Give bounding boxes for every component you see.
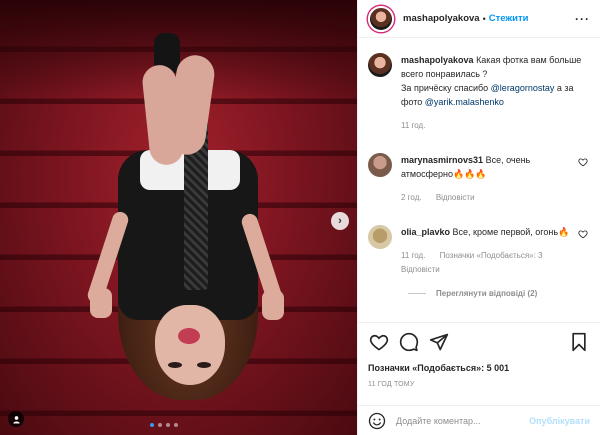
action-icons: [368, 331, 590, 353]
post-timestamp[interactable]: 11 ГОД ТОМУ: [368, 381, 590, 388]
photo-subject: [0, 0, 357, 435]
header-separator: •: [482, 13, 486, 24]
comment-time[interactable]: 11 год.: [401, 251, 425, 260]
caption-avatar[interactable]: [368, 53, 392, 77]
comment-item: olia_plavko Все, кроме первой, огонь🔥 11…: [368, 225, 590, 277]
commenter-username[interactable]: marynasmirnovs31: [401, 155, 483, 165]
comment-item: marynasmirnovs31 Все, очень атмосферно🔥🔥…: [368, 153, 590, 205]
comment-icon: [399, 332, 419, 352]
author-username[interactable]: mashapolyakova: [403, 13, 480, 24]
like-button[interactable]: [368, 331, 390, 353]
comment-input[interactable]: [396, 415, 530, 426]
user-tags-button[interactable]: [8, 411, 24, 427]
carousel-dot: [158, 423, 162, 427]
caption-mention-1[interactable]: @leragornostay: [491, 83, 555, 93]
comment-like-icon[interactable]: [578, 229, 588, 239]
caption-time[interactable]: 11 год.: [401, 121, 425, 130]
next-slide-button[interactable]: ›: [331, 212, 349, 230]
carousel-dot: [174, 423, 178, 427]
more-options-button[interactable]: ···: [575, 12, 590, 26]
instagram-post: › mashapolyakova • Стежити ··· mashapoly…: [0, 0, 600, 435]
bookmark-icon: [572, 332, 586, 352]
author-avatar[interactable]: [368, 5, 394, 32]
post-header: mashapolyakova • Стежити ···: [358, 0, 600, 38]
reply-button[interactable]: Відповісти: [436, 193, 475, 202]
caption-text: mashapolyakova Какая фотка вам больше вс…: [401, 53, 586, 133]
comment-time[interactable]: 2 год.: [401, 193, 422, 202]
post-photo[interactable]: ›: [0, 0, 357, 435]
post-actions: Позначки «Подобається»: 5 001 11 ГОД ТОМ…: [358, 322, 600, 388]
caption-mention-2[interactable]: @yarik.malashenko: [425, 97, 504, 107]
comment-button[interactable]: [398, 331, 420, 353]
caption-text-2: За причёску спасибо: [401, 83, 489, 93]
publish-comment-button[interactable]: Опублікувати: [529, 416, 590, 426]
commenter-avatar[interactable]: [368, 225, 392, 249]
commenter-username[interactable]: olia_plavko: [401, 227, 450, 237]
view-replies-label: Переглянути відповіді (2): [436, 289, 538, 298]
post-caption: mashapolyakova Какая фотка вам больше вс…: [368, 53, 590, 133]
view-replies-button[interactable]: Переглянути відповіді (2): [408, 289, 590, 298]
heart-icon: [369, 334, 389, 351]
post-side-panel: mashapolyakova • Стежити ··· mashapolyak…: [357, 0, 600, 435]
add-comment-bar: Опублікувати: [358, 405, 600, 435]
carousel-indicator: [150, 423, 178, 427]
save-button[interactable]: [568, 331, 590, 353]
emoji-icon[interactable]: [368, 412, 386, 430]
likes-count[interactable]: Позначки «Подобається»: 5 001: [368, 363, 590, 373]
reply-button[interactable]: Відповісти: [401, 265, 440, 274]
share-button[interactable]: [428, 331, 450, 353]
share-icon: [429, 333, 449, 351]
commenter-avatar[interactable]: [368, 153, 392, 177]
user-tag-icon: [12, 415, 20, 424]
chevron-right-icon: ›: [338, 215, 342, 227]
comment-likes[interactable]: Позначки «Подобається»: 3: [440, 251, 543, 260]
comments-section[interactable]: mashapolyakova Какая фотка вам больше вс…: [358, 39, 600, 322]
carousel-dot: [150, 423, 154, 427]
comment-text: Все, кроме первой, огонь🔥: [452, 227, 570, 237]
comment-like-icon[interactable]: [578, 157, 588, 167]
carousel-dot: [166, 423, 170, 427]
replies-divider: [408, 293, 426, 294]
caption-username[interactable]: mashapolyakova: [401, 55, 474, 65]
follow-button[interactable]: Стежити: [489, 13, 529, 24]
